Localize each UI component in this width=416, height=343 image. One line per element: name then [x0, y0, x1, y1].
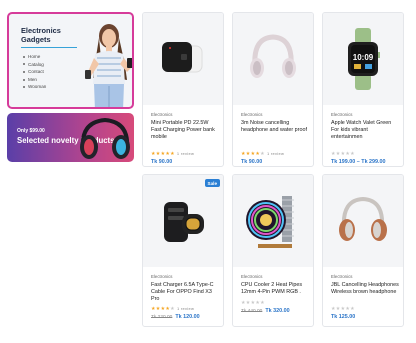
nav-link-home[interactable]: Home [23, 53, 46, 61]
category-title: Electronics Gadgets [21, 26, 83, 44]
product-image[interactable] [233, 13, 313, 105]
nav-link-contact[interactable]: Contact [23, 68, 46, 76]
nav-link-wooman[interactable]: Wooman [23, 83, 46, 91]
nav-link-label: Men [28, 76, 37, 82]
bullet-icon [23, 55, 25, 58]
cpu-cooler-icon [246, 196, 294, 248]
product-rating: ★★★★★ [331, 151, 357, 157]
old-price: Tk 440.00 [241, 309, 263, 314]
product-category: Electronics [331, 112, 353, 117]
product-image[interactable] [323, 175, 403, 267]
product-image[interactable]: 10:09 [323, 13, 403, 105]
power-bank-icon [162, 42, 203, 73]
brown-headphone-icon [339, 196, 387, 241]
nav-link-men[interactable]: Men [23, 76, 46, 84]
old-price: Tk 220.00 [151, 315, 173, 320]
product-card[interactable]: Electronics CPU Cooler 2 Heat Pipes 12mm… [232, 174, 314, 327]
product-name[interactable]: JBL Cancelling Headphones Wireless brown… [331, 282, 399, 296]
nav-link-label: Wooman [28, 84, 47, 90]
product-card[interactable]: 10:09 Electronics Apple Watch Valet Gree… [322, 12, 404, 167]
headphone-icon [250, 34, 296, 78]
product-price: Tk 90.00 [241, 159, 262, 165]
bullet-icon [23, 78, 25, 81]
nav-link-label: Catalog [28, 61, 44, 67]
current-price: Tk 120.00 [175, 314, 200, 320]
current-price: Tk 199.00 – Tk 299.00 [331, 159, 386, 165]
product-price: Tk 220.00 Tk 120.00 [151, 314, 200, 320]
product-name[interactable]: CPU Cooler 2 Heat Pipes 12mm 4-Pin PWM R… [241, 282, 309, 296]
sale-badge: Sale [204, 179, 220, 187]
bullet-icon [23, 63, 25, 66]
product-category: Electronics [151, 274, 173, 279]
product-image[interactable] [143, 13, 223, 105]
model-girl-image [85, 24, 132, 107]
product-price: Tk 90.00 [151, 159, 172, 165]
star-rating-icon: ★★★★ [241, 151, 261, 157]
star-rating-icon: ★★★★ [151, 306, 171, 312]
product-card[interactable]: Sale Electronics Fast Charger 6.5A Type-… [142, 174, 224, 327]
product-rating: ★★★★★ 1 review [151, 151, 194, 157]
bullet-icon [23, 86, 25, 89]
nav-link-label: Contact [28, 69, 44, 75]
category-promo-card: Electronics Gadgets Home Catalog Contact… [7, 12, 134, 109]
product-rating: ★★★★★ [241, 300, 267, 306]
empty-star-icon: ★ [170, 306, 175, 312]
car-charger-icon [164, 202, 204, 242]
nav-link-label: Home [28, 54, 41, 59]
category-title-line2: Gadgets [21, 35, 51, 44]
review-count: 1 review [176, 151, 195, 156]
nav-link-catalog[interactable]: Catalog [23, 61, 46, 69]
product-name[interactable]: Fast Charger 6.5A Type-C Cable For OPPO … [151, 282, 219, 303]
bullet-icon [23, 70, 25, 73]
product-card[interactable]: Electronics 3m Noise cancelling headphon… [232, 12, 314, 167]
title-underline [21, 47, 77, 48]
product-rating: ★★★★★ 1 review [151, 306, 194, 312]
banner-headphone-icon [80, 117, 130, 159]
review-count: 1 review [266, 151, 285, 156]
novelty-products-banner[interactable]: Only $99.00 Selected novelty Products [7, 113, 134, 162]
product-name[interactable]: 3m Noise cancelling headphone and water … [241, 120, 309, 134]
category-link-list: Home Catalog Contact Men Wooman [23, 53, 46, 91]
product-rating: ★★★★★ [331, 306, 357, 312]
empty-star-icon: ★★★★★ [331, 151, 355, 157]
empty-star-icon: ★★★★★ [331, 306, 355, 312]
product-category: Electronics [241, 274, 263, 279]
empty-star-icon: ★★★★★ [241, 300, 265, 306]
svg-text:10:09: 10:09 [353, 53, 374, 62]
product-price: Tk 440.00 Tk 320.00 [241, 308, 290, 314]
category-title-line1: Electronics [21, 26, 61, 35]
product-card[interactable]: Electronics Mini Portable PD 22.5W Fast … [142, 12, 224, 167]
product-price: Tk 199.00 – Tk 299.00 [331, 159, 386, 165]
current-price: Tk 125.00 [331, 314, 356, 320]
banner-price-text: Only $99.00 [17, 128, 45, 134]
empty-star-icon: ★ [260, 151, 265, 157]
current-price: Tk 90.00 [241, 159, 263, 165]
product-category: Electronics [151, 112, 173, 117]
product-price: Tk 125.00 [331, 314, 355, 320]
product-rating: ★★★★★ 1 review [241, 151, 284, 157]
product-name[interactable]: Mini Portable PD 22.5W Fast Charging Pow… [151, 120, 219, 141]
product-category: Electronics [331, 274, 353, 279]
product-card[interactable]: Electronics JBL Cancelling Headphones Wi… [322, 174, 404, 327]
review-count: 1 review [176, 306, 195, 311]
smartwatch-icon: 10:09 [348, 28, 380, 90]
current-price: Tk 90.00 [151, 159, 173, 165]
product-image[interactable] [233, 175, 313, 267]
product-category: Electronics [241, 112, 263, 117]
product-image[interactable] [143, 175, 223, 267]
current-price: Tk 320.00 [265, 308, 290, 314]
product-name[interactable]: Apple Watch Valet Green For kids vibrant… [331, 120, 399, 141]
star-rating-icon: ★★★★★ [151, 151, 175, 157]
